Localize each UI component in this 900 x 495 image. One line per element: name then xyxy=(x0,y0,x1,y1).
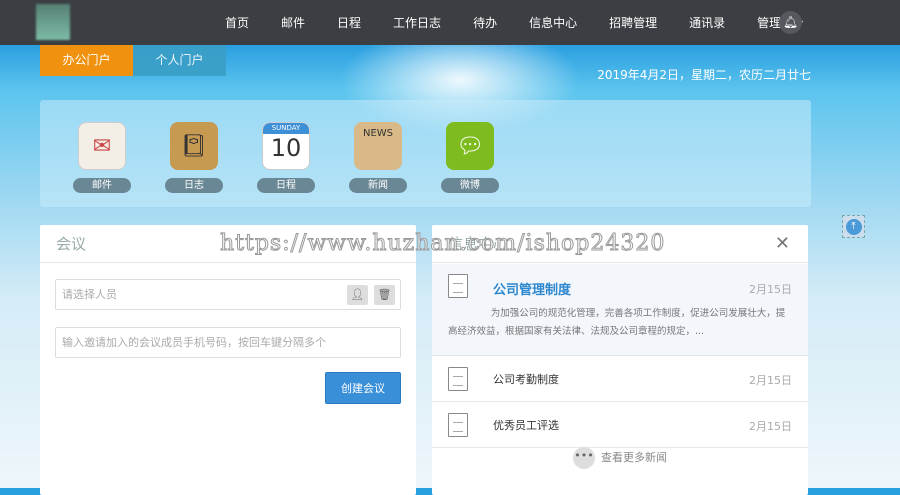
nav-contacts[interactable]: 通讯录 xyxy=(678,14,736,31)
featured-news-date: 2月15日 xyxy=(749,283,792,296)
arrow-up-icon: ⤒ xyxy=(845,218,862,235)
news-title: 信息中心 xyxy=(432,225,808,263)
nav-home[interactable]: 首页 xyxy=(214,14,260,31)
person-select-input[interactable]: 请选择人员 👤︎ 🗑︎ xyxy=(55,279,401,310)
mail-icon: ✉ xyxy=(78,122,126,170)
app-log[interactable]: 📔︎ 日志 xyxy=(164,122,224,193)
main-nav: 首页 邮件 日程 工作日志 待办 信息中心 招聘管理 通讯录 管理员 ▾ xyxy=(214,0,814,45)
chat-bubble-icon: 💬︎ xyxy=(446,122,494,170)
create-meeting-button[interactable]: 创建会议 xyxy=(325,372,401,404)
calendar-number: 10 xyxy=(270,134,302,162)
more-news-link[interactable]: ••• 查看更多新闻 xyxy=(432,447,808,469)
app-label: 新闻 xyxy=(349,178,407,193)
top-bar: 首页 邮件 日程 工作日志 待办 信息中心 招聘管理 通讯录 管理员 ▾ 🔔︎ xyxy=(0,0,900,45)
news-item-title: 优秀员工评选 xyxy=(493,419,559,432)
date-text: 2019年4月2日，星期二，农历二月廿七 xyxy=(597,68,811,82)
meeting-panel: 会议 请选择人员 👤︎ 🗑︎ 输入邀请加入的会议成员手机号码，按回车键分隔多个 … xyxy=(40,225,416,495)
journal-icon: 📔︎ xyxy=(170,122,218,170)
tab-office-portal[interactable]: 办公门户 xyxy=(40,45,133,76)
close-icon[interactable]: ✕ xyxy=(775,233,790,254)
app-label: 邮件 xyxy=(73,178,131,193)
featured-news-summary: 为加强公司的规范化管理，完善各项工作制度，促进公司发展壮大，提高经济效益，根据国… xyxy=(448,308,786,337)
person-placeholder: 请选择人员 xyxy=(62,288,117,301)
nav-recruit[interactable]: 招聘管理 xyxy=(598,14,668,31)
document-icon xyxy=(448,274,468,298)
app-label: 微博 xyxy=(441,178,499,193)
app-shortcuts: ✉ 邮件 📔︎ 日志 SUNDAY 10 日程 NEWS 新闻 💬︎ 微博 xyxy=(40,100,811,207)
nav-mail[interactable]: 邮件 xyxy=(270,14,316,31)
app-news[interactable]: NEWS 新闻 xyxy=(348,122,408,193)
phone-input[interactable]: 输入邀请加入的会议成员手机号码，按回车键分隔多个 xyxy=(55,327,401,358)
nav-worklog[interactable]: 工作日志 xyxy=(382,14,452,31)
nav-info-center[interactable]: 信息中心 xyxy=(518,14,588,31)
document-icon xyxy=(448,367,468,391)
news-item[interactable]: 公司考勤制度 2月15日 xyxy=(432,356,808,402)
app-calendar[interactable]: SUNDAY 10 日程 xyxy=(256,122,316,193)
featured-news[interactable]: 公司管理制度 2月15日 为加强公司的规范化管理，完善各项工作制度，促进公司发展… xyxy=(432,264,808,356)
back-to-top-button[interactable]: ⤒ xyxy=(842,215,865,238)
newspaper-icon: NEWS xyxy=(354,122,402,170)
app-label: 日志 xyxy=(165,178,223,193)
news-item-title: 公司考勤制度 xyxy=(493,373,559,386)
more-icon: ••• xyxy=(573,447,595,469)
more-news-label: 查看更多新闻 xyxy=(601,451,667,464)
app-mail[interactable]: ✉ 邮件 xyxy=(72,122,132,193)
tab-personal-portal[interactable]: 个人门户 xyxy=(133,45,226,76)
news-item-date: 2月15日 xyxy=(749,420,792,433)
trash-icon[interactable]: 🗑︎ xyxy=(374,285,395,305)
bell-icon[interactable]: 🔔︎ xyxy=(779,11,802,34)
news-panel: 信息中心 ✕ 公司管理制度 2月15日 为加强公司的规范化管理，完善各项工作制度… xyxy=(432,225,808,495)
news-item-date: 2月15日 xyxy=(749,374,792,387)
logo xyxy=(36,4,70,40)
calendar-day: SUNDAY xyxy=(263,123,309,134)
meeting-title: 会议 xyxy=(40,225,416,263)
nav-schedule[interactable]: 日程 xyxy=(326,14,372,31)
app-label: 日程 xyxy=(257,178,315,193)
featured-news-title[interactable]: 公司管理制度 xyxy=(493,279,571,298)
user-icon[interactable]: 👤︎ xyxy=(347,285,368,305)
nav-todo[interactable]: 待办 xyxy=(462,14,508,31)
app-weibo[interactable]: 💬︎ 微博 xyxy=(440,122,500,193)
news-item[interactable]: 优秀员工评选 2月15日 xyxy=(432,402,808,448)
calendar-icon: SUNDAY 10 xyxy=(262,122,310,170)
news-word: NEWS xyxy=(362,128,394,139)
document-icon xyxy=(448,413,468,437)
